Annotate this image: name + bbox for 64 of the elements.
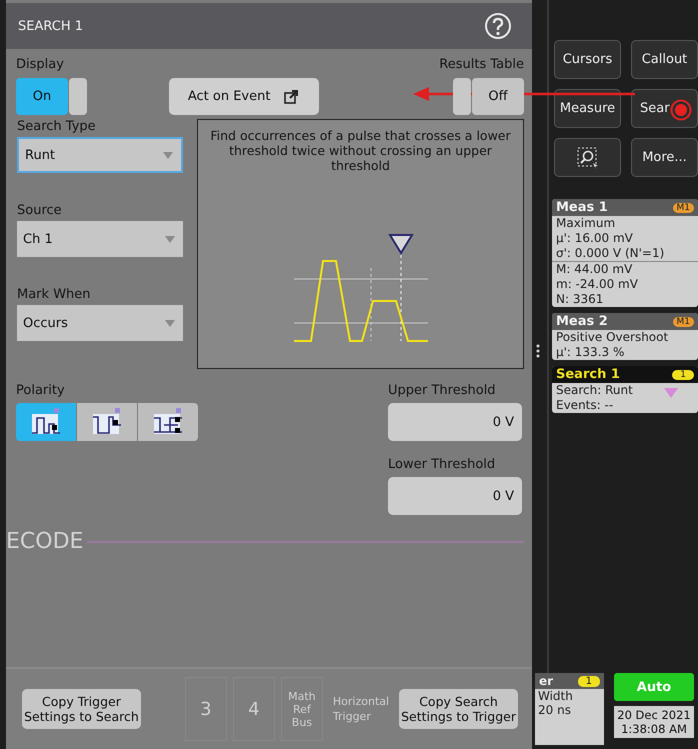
sidebar-button[interactable]: Sear (631, 89, 698, 128)
date-time: 20 Dec 2021 1:38:08 AM (614, 706, 694, 738)
dropdown-arrow-icon (165, 236, 175, 242)
card-line: Events: -- (556, 398, 614, 413)
trigger-line: 20 ns (537, 703, 572, 717)
trigger-badge[interactable]: er 1 Width 20 ns (535, 673, 604, 745)
trigger-number: 1 (578, 676, 600, 686)
threshold-label: Lower Threshold (388, 457, 496, 472)
dropdown[interactable]: Runt (17, 137, 183, 173)
sidebar-button[interactable]: Callout (631, 40, 698, 79)
card-badge: M1 (672, 202, 694, 212)
negative-polarity-button[interactable] (77, 403, 137, 441)
search-marker-icon (664, 388, 678, 398)
trigger-title: er (539, 674, 554, 688)
either-polarity-button[interactable] (138, 403, 198, 441)
help-icon[interactable] (484, 12, 512, 40)
description-text: Find occurrences of a pulse that crosses a lower threshold twice without crossing an upper threshold (209, 128, 512, 173)
act-on-event-button[interactable]: Act on Event (168, 78, 319, 115)
external-link-icon (284, 89, 300, 104)
threshold-field[interactable]: 0 V (388, 403, 522, 441)
sidebar-button[interactable]: Measure (554, 89, 621, 128)
zoom-icon (576, 146, 600, 170)
dropdown-arrow-icon (163, 152, 173, 158)
trigger-line: Width (537, 689, 574, 703)
card-line: m: -24.00 mV (556, 277, 638, 292)
dropdown-arrow-icon (165, 320, 175, 326)
card-line: Search: Runt (556, 383, 633, 398)
result-card[interactable]: Search 1 1 Search: Runt Events: -- (552, 366, 698, 413)
badge-header: Trigger (332, 710, 372, 723)
panel-title: SEARCH 1 (18, 18, 83, 34)
card-badge: M1 (672, 316, 694, 326)
card-line: N: 3361 (556, 292, 604, 307)
threshold-label: Upper Threshold (388, 383, 497, 398)
card-badge: 1 (672, 370, 694, 380)
sidebar-button[interactable]: Cursors (554, 40, 621, 79)
card-title: Search 1 (556, 367, 620, 382)
card-line: Positive Overshoot (556, 330, 668, 345)
polarity-label: Polarity (16, 383, 66, 398)
display-label: Display (16, 57, 65, 72)
field-label: Mark When (17, 287, 92, 302)
results-table-label: Results Table (439, 57, 524, 72)
field-label: Search Type (17, 119, 97, 134)
highlight-circle-icon (670, 99, 692, 121)
dropdown[interactable]: Occurs (17, 305, 183, 341)
field-label: Source (17, 203, 63, 218)
sidebar-button[interactable]: More... (631, 138, 698, 177)
decode-label: ECODE (6, 529, 84, 554)
card-line: M: 44.00 mV (556, 262, 632, 277)
zoom-button[interactable] (554, 138, 621, 177)
result-card[interactable]: Meas 1 M1 Maximum μ': 16.00 mV σ': 0.000 V (N'=1) M: 44.00 mV m: -24.00 mV N: 3361 (552, 199, 698, 307)
grip-icon[interactable] (536, 344, 540, 358)
card-line: Maximum (556, 216, 616, 231)
copy-search-button[interactable]: Copy Search Settings to Trigger (399, 689, 518, 729)
card-line: σ': 0.000 V (N'=1) (556, 246, 664, 261)
dropdown[interactable]: Ch 1 (17, 221, 183, 257)
card-title: Meas 1 (556, 200, 608, 215)
copy-trigger-button[interactable]: Copy Trigger Settings to Search (22, 689, 141, 729)
result-card[interactable]: Meas 2 M1 Positive Overshoot μ': 133.3 % (552, 313, 698, 360)
card-line: μ': 16.00 mV (556, 231, 633, 246)
positive-polarity-button[interactable] (16, 403, 76, 441)
card-title: Meas 2 (556, 314, 608, 329)
threshold-field[interactable]: 0 V (388, 477, 522, 515)
badge-header: Horizontal (332, 695, 390, 708)
card-line: μ': 133.3 % (556, 345, 624, 360)
